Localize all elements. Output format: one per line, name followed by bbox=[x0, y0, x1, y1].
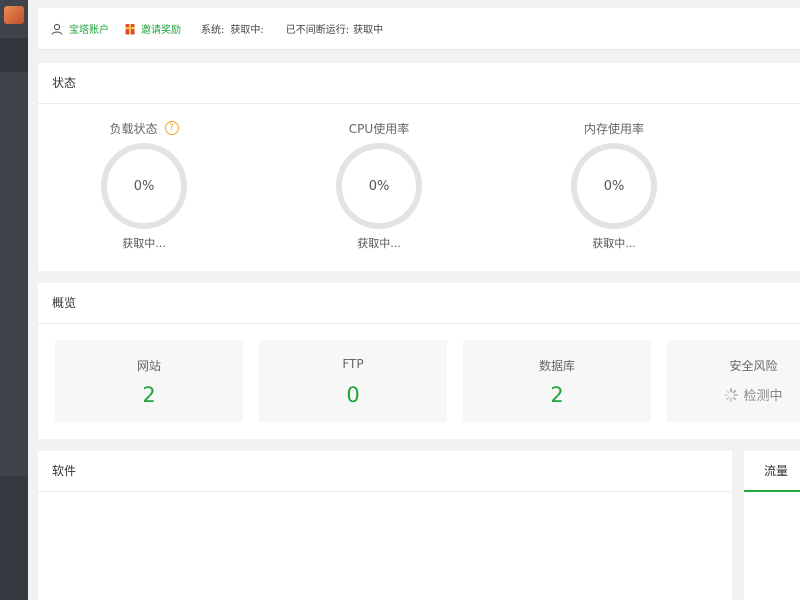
gift-icon bbox=[125, 23, 135, 34]
uptime-label: 已不间断运行: bbox=[285, 25, 350, 36]
cpu-gauge-title: CPU使用率 bbox=[319, 119, 439, 137]
cpu-gauge-label: CPU使用率 bbox=[348, 121, 410, 136]
cpu-gauge-status: 获取中... bbox=[357, 237, 401, 250]
account-label: 宝塔账户 bbox=[69, 25, 109, 36]
security-risk-card[interactable]: 安全风险 检测中 bbox=[667, 340, 800, 422]
invite-link[interactable]: 邀请奖励 bbox=[125, 21, 181, 36]
uptime-info: 已不间断运行: 获取中 bbox=[286, 21, 383, 36]
memory-gauge-title: 内存使用率 bbox=[554, 119, 674, 137]
sidebar-active-item[interactable] bbox=[0, 38, 28, 72]
security-risk-card-label: 安全风险 bbox=[729, 359, 778, 373]
load-gauge-label: 负载状态 bbox=[109, 121, 158, 136]
software-panel: 软件 bbox=[38, 451, 732, 600]
website-card-value: 2 bbox=[142, 383, 156, 407]
overview-panel: 概览 网站 2 FTP 0 数据库 2 安全风险 检测中 bbox=[38, 283, 800, 439]
security-risk-status: 检测中 bbox=[667, 385, 800, 404]
tab-traffic[interactable]: 流量 bbox=[744, 451, 800, 492]
invite-label: 邀请奖励 bbox=[141, 25, 181, 36]
top-bar: 宝塔账户 邀请奖励 系统: 获取中: 已不间断运行: 获取中 bbox=[38, 8, 800, 50]
status-panel: 状态 负载状态 ? 0% 获取中... CPU使用率 0% 获取中... 内存使… bbox=[38, 63, 800, 271]
software-title: 软件 bbox=[38, 451, 732, 492]
status-title: 状态 bbox=[38, 63, 800, 104]
memory-gauge-label: 内存使用率 bbox=[583, 121, 644, 136]
load-gauge[interactable]: 负载状态 ? 0% 获取中... bbox=[84, 119, 204, 251]
user-icon bbox=[51, 23, 63, 35]
load-gauge-status: 获取中... bbox=[122, 237, 166, 250]
ftp-card-label: FTP bbox=[342, 357, 364, 371]
system-info: 系统: 获取中: bbox=[201, 21, 264, 36]
cpu-gauge[interactable]: CPU使用率 0% 获取中... bbox=[319, 119, 439, 251]
system-value: 获取中: bbox=[230, 25, 264, 36]
cpu-gauge-value: 0% bbox=[368, 178, 390, 194]
database-card-label: 数据库 bbox=[538, 359, 575, 373]
database-card-value: 2 bbox=[550, 383, 564, 407]
memory-gauge-status: 获取中... bbox=[592, 237, 636, 250]
ftp-card[interactable]: FTP 0 bbox=[259, 340, 447, 422]
memory-gauge-ring: 0% bbox=[571, 143, 657, 229]
overview-title: 概览 bbox=[38, 283, 800, 324]
system-label: 系统: bbox=[201, 25, 225, 36]
load-gauge-value: 0% bbox=[133, 178, 155, 194]
load-gauge-ring: 0% bbox=[101, 143, 187, 229]
database-card[interactable]: 数据库 2 bbox=[463, 340, 651, 422]
uptime-value: 获取中 bbox=[353, 25, 384, 36]
app-logo[interactable] bbox=[4, 6, 24, 24]
account-link[interactable]: 宝塔账户 bbox=[51, 21, 109, 36]
sidebar bbox=[0, 0, 28, 600]
traffic-panel: 流量 bbox=[744, 451, 800, 600]
load-gauge-title: 负载状态 ? bbox=[84, 119, 204, 137]
cpu-gauge-ring: 0% bbox=[336, 143, 422, 229]
website-card-label: 网站 bbox=[136, 359, 161, 373]
sidebar-lower-section bbox=[0, 476, 28, 600]
memory-gauge[interactable]: 内存使用率 0% 获取中... bbox=[554, 119, 674, 251]
memory-gauge-value: 0% bbox=[603, 178, 625, 194]
website-card[interactable]: 网站 2 bbox=[55, 340, 243, 422]
ftp-card-value: 0 bbox=[346, 383, 360, 407]
security-risk-value: 检测中 bbox=[743, 389, 783, 404]
help-icon[interactable]: ? bbox=[164, 121, 179, 135]
spinner-icon bbox=[724, 387, 739, 402]
